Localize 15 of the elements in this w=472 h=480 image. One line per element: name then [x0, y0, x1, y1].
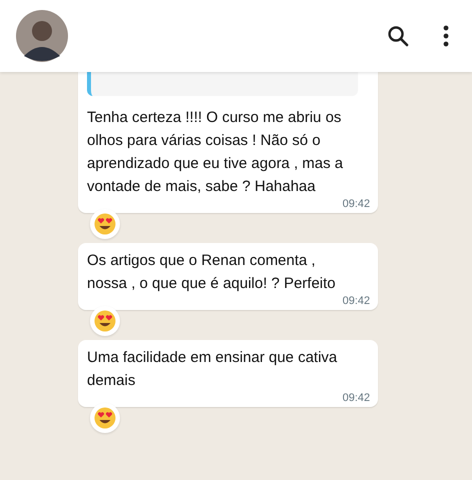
message-text: Tenha certeza !!!! O curso me abriu os olhos para várias coisas ! Não só o aprendizado que eu tive agora , mas a vontade de mais, sabe ? Hahahaa: [87, 108, 344, 197]
reaction-badge[interactable]: [90, 209, 120, 239]
menu-icon: [442, 24, 450, 48]
message-text: Uma facilidade em ensinar que cativa demais: [87, 348, 338, 391]
heart-eyes-emoji-icon: [94, 310, 116, 332]
reaction-badge[interactable]: [90, 306, 120, 336]
message-text: Os artigos que o Renan comenta , nossa , o que que é aquilo! ? Perfeito: [87, 251, 337, 294]
heart-eyes-emoji-icon: [94, 407, 116, 429]
message-time: 09:42: [342, 198, 370, 210]
message-time: 09:42: [342, 392, 370, 404]
heart-eyes-emoji-icon: [94, 213, 116, 235]
search-icon: [386, 24, 410, 48]
message-time: 09:42: [342, 295, 370, 307]
reaction-badge[interactable]: [90, 403, 120, 433]
avatar-icon[interactable]: [16, 10, 68, 62]
